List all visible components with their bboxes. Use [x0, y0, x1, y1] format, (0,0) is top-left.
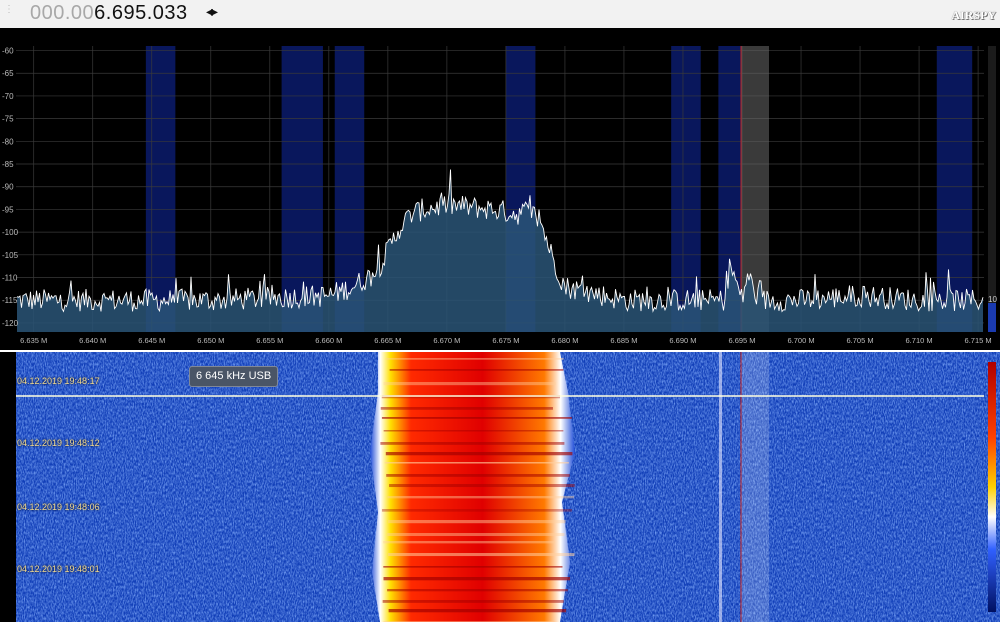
- signal-stripe: [383, 382, 556, 386]
- frequency-tick-label: 6.650 M: [197, 336, 224, 345]
- frequency-tick-label: 6.700 M: [787, 336, 814, 345]
- signal-stripe: [381, 417, 572, 419]
- db-tick-label: -80: [2, 137, 14, 146]
- spectrum-plot[interactable]: -60 -65 -70 -75 -80 -85 -90 -95 -100 -105 -110 -115…: [0, 28, 1000, 352]
- db-tick-label: -115: [2, 296, 18, 305]
- signal-stripe: [383, 541, 555, 544]
- signal-stripe: [383, 577, 571, 581]
- signal-stripe: [381, 509, 572, 512]
- signal-stripe: [380, 442, 565, 445]
- mode-badge[interactable]: 6 645 kHz USB: [189, 366, 279, 387]
- signal-stripe: [386, 474, 570, 477]
- frequency-tick-label: 6.695 M: [728, 336, 755, 345]
- waterfall-left-margin: [0, 352, 16, 622]
- frequency-tick-label: 6.670 M: [433, 336, 460, 345]
- frequency-prefix: 000.00: [30, 2, 95, 24]
- db-tick-label: -95: [2, 205, 14, 214]
- signal-stripe: [388, 520, 566, 524]
- signal-stripe: [387, 589, 568, 592]
- frequency-tick-label: 6.690 M: [669, 336, 696, 345]
- signal-stripe: [388, 553, 575, 557]
- frequency-tick-label: 6.665 M: [374, 336, 401, 345]
- timestamp-label: 04.12.2019 19:48:17: [17, 376, 100, 386]
- menu-handle-icon[interactable]: ⋮: [4, 4, 18, 24]
- frequency-tick-label: 6.645 M: [138, 336, 165, 345]
- signal-stripe: [384, 462, 569, 464]
- right-scale-label: 10: [988, 295, 997, 304]
- db-tick-label: -60: [2, 47, 14, 56]
- right-scale-bar[interactable]: [988, 46, 996, 332]
- frequency-tick-label: 6.655 M: [256, 336, 283, 345]
- signal-stripe: [387, 533, 565, 537]
- signal-stripe: [382, 600, 564, 603]
- vfo-waterfall-highlight: [741, 352, 769, 622]
- frequency-display[interactable]: 000.006.695.033: [30, 1, 188, 25]
- frequency-tick-label: 6.660 M: [315, 336, 342, 345]
- right-scale-level: [988, 303, 996, 332]
- signal-stripe: [383, 566, 563, 568]
- band-highlight: [145, 46, 176, 332]
- frequency-tick-label: 6.685 M: [610, 336, 637, 345]
- signal-stripe: [383, 430, 564, 432]
- signal-stripe: [385, 452, 573, 456]
- band-highlight: [281, 46, 323, 332]
- db-tick-label: -100: [2, 228, 19, 237]
- frequency-tick-label: 6.710 M: [906, 336, 933, 345]
- signal-stripe: [388, 609, 567, 613]
- signal-stripe: [389, 484, 575, 488]
- signal-stripe: [389, 369, 564, 371]
- frequency-tick-label: 6.640 M: [79, 336, 106, 345]
- db-tick-label: -70: [2, 92, 14, 101]
- frequency-tick-label: 6.705 M: [846, 336, 873, 345]
- timestamp-label: 04.12.2019 19:48:06: [17, 502, 100, 512]
- carrier-trace-left: [719, 352, 722, 622]
- db-tick-label: -65: [2, 69, 14, 78]
- timestamp-label: 04.12.2019 19:48:12: [17, 438, 100, 448]
- frequency-value: 6.695.033: [94, 2, 188, 24]
- frequency-tick-label: 6.675 M: [492, 336, 519, 345]
- timestamp-label: 04.12.2019 19:48:01: [17, 564, 100, 574]
- airspy-logo: AIRSPY: [951, 8, 996, 22]
- signal-stripe: [385, 358, 564, 360]
- db-tick-label: -110: [2, 274, 18, 283]
- waterfall-colormap[interactable]: [988, 362, 996, 612]
- db-tick-label: -75: [2, 115, 14, 124]
- frequency-tick-label: 6.680 M: [551, 336, 578, 345]
- waterfall-display[interactable]: [0, 352, 1000, 622]
- db-tick-label: -120: [2, 319, 19, 328]
- tuning-arrows-icon[interactable]: ◂▸: [206, 3, 218, 20]
- db-tick-label: -105: [2, 251, 19, 260]
- frequency-toolbar: ⋮ 000.006.695.033 ◂▸ AIRSPY: [0, 0, 1000, 29]
- frequency-tick-label: 6.715 M: [965, 336, 992, 345]
- signal-stripe: [387, 496, 574, 499]
- signal-stripe: [380, 407, 553, 410]
- frequency-tick-label: 6.635 M: [20, 336, 47, 345]
- db-tick-label: -85: [2, 160, 14, 169]
- db-tick-label: -90: [2, 183, 14, 192]
